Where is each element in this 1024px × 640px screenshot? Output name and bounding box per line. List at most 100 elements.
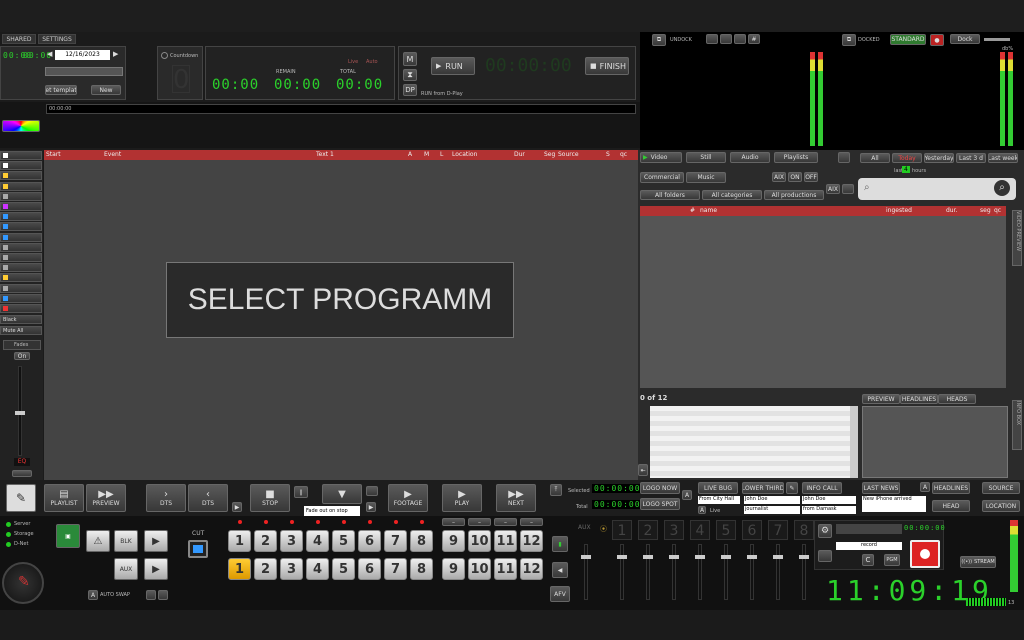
sidebar-tool-16[interactable] — [0, 304, 42, 313]
mixer-fader-4[interactable] — [695, 544, 705, 600]
tab-playlists[interactable]: Playlists — [774, 152, 818, 163]
pgm-source-button-8[interactable]: 8 — [410, 530, 433, 552]
app-logo-button[interactable]: ✎ — [6, 484, 36, 512]
mixer-fader-knob[interactable] — [799, 555, 809, 559]
tab-headlines[interactable]: HEADLINES — [900, 394, 938, 404]
media-col-name[interactable]: name — [700, 207, 717, 214]
lower-third-name[interactable]: John Doe — [744, 496, 800, 504]
audio-follow-button[interactable]: ◀ — [552, 562, 568, 578]
layout-btn-2[interactable] — [720, 34, 732, 44]
dts-forward-button[interactable]: › DTS — [146, 484, 186, 512]
col-text1[interactable]: Text 1 — [316, 151, 334, 158]
tab-shared[interactable]: SHARED — [2, 34, 36, 44]
fade-toggle[interactable]: Fades — [3, 340, 41, 350]
tab-heads[interactable]: HEADS — [938, 394, 976, 404]
col-event[interactable]: Event — [104, 151, 121, 158]
grid-icon[interactable]: # — [748, 34, 760, 44]
settings-small-2[interactable] — [158, 590, 168, 600]
date-next-icon[interactable]: ▶ — [113, 50, 120, 60]
col-s[interactable]: S — [606, 151, 610, 158]
logo-a-button[interactable]: A — [682, 490, 692, 500]
sidebar-tool-13[interactable] — [0, 273, 42, 283]
mixer-fader-8[interactable] — [799, 544, 809, 600]
aix-filter-button[interactable]: AIX — [826, 184, 840, 194]
cut-button[interactable] — [188, 540, 208, 558]
mixer-fader-knob[interactable] — [773, 555, 783, 559]
date-prev-icon[interactable]: ◀ — [47, 50, 54, 60]
sidebar-tool-1[interactable] — [0, 151, 42, 160]
media-small-button[interactable] — [838, 152, 850, 163]
footage-button[interactable]: ▶ FOOTAGE — [388, 484, 428, 512]
commercial-button[interactable]: Commercial — [640, 172, 684, 183]
pgm-source-button-6[interactable]: 6 — [358, 530, 381, 552]
logo-now-button[interactable]: LOGO NOW — [640, 482, 680, 494]
music-button[interactable]: Music — [686, 172, 726, 183]
mixer-aux-fader[interactable] — [581, 544, 591, 600]
mixer-fader-knob[interactable] — [581, 555, 591, 559]
col-a[interactable]: A — [408, 151, 412, 158]
layout-btn-3[interactable] — [734, 34, 746, 44]
col-l[interactable]: L — [440, 151, 443, 158]
col-location[interactable]: Location — [452, 151, 477, 158]
col-dur[interactable]: Dur — [514, 151, 525, 158]
small-play-icon-2[interactable]: ▶ — [366, 502, 376, 512]
col-m[interactable]: M — [424, 151, 429, 158]
sidebar-tool-12[interactable] — [0, 263, 42, 273]
sidebar-tool-11[interactable] — [0, 253, 42, 262]
timeline-bar[interactable]: 00:00:00 — [46, 104, 636, 114]
mixer-fader-knob[interactable] — [617, 555, 627, 559]
pvw-source-button-12[interactable]: 12 — [520, 558, 543, 580]
dts-back-button[interactable]: ‹ DTS — [188, 484, 228, 512]
mixer-channel-4[interactable]: 4 — [690, 520, 710, 540]
sidebar-tool-14[interactable] — [0, 283, 42, 293]
fade-out-toggle[interactable]: ∥ — [294, 486, 308, 498]
down-button[interactable]: ▼ — [322, 484, 362, 504]
date-field[interactable]: 12/16/2023 — [55, 50, 110, 60]
filter-today[interactable]: Today — [892, 153, 922, 163]
jog-wheel[interactable]: ✎ — [2, 562, 44, 604]
filter-yesterday[interactable]: Yesterday — [924, 153, 954, 163]
sidebar-config-button[interactable] — [12, 470, 32, 477]
mixer-channel-3[interactable]: 3 — [664, 520, 684, 540]
info-call-location[interactable]: from Damask — [802, 506, 856, 514]
pvw-source-button-6[interactable]: 6 — [358, 558, 381, 580]
col-qc[interactable]: qc — [620, 151, 627, 158]
playlist-button[interactable]: ▤ PLAYLIST — [44, 484, 84, 512]
hourglass-icon[interactable]: ⧗ — [403, 69, 417, 81]
tab-still[interactable]: Still — [686, 152, 726, 163]
hours-value[interactable]: 4 — [902, 166, 910, 173]
pvw-source-button-9[interactable]: 9 — [442, 558, 465, 580]
mixer-fader-2[interactable] — [643, 544, 653, 600]
sidebar-tool-7[interactable] — [0, 212, 42, 222]
media-col-hash[interactable]: # — [690, 207, 695, 214]
pgm-source-button-2[interactable]: 2 — [254, 530, 277, 552]
settings-small-1[interactable] — [146, 590, 156, 600]
search-button-icon[interactable]: ⌕ — [994, 180, 1010, 196]
mixer-fader-knob[interactable] — [747, 555, 757, 559]
blk-button[interactable]: BLK — [114, 530, 138, 552]
pvw-play-button[interactable]: ▶ — [144, 558, 168, 580]
cam-arrow-button[interactable]: – — [520, 518, 543, 526]
on-toggle[interactable]: ON — [788, 172, 802, 182]
monitor-icon[interactable]: ▣ — [56, 524, 80, 548]
media-col-seg[interactable]: seg — [980, 207, 991, 214]
cam-arrow-button[interactable]: – — [468, 518, 491, 526]
run-button[interactable]: ▶ RUN — [431, 57, 475, 75]
pvw-source-button-4[interactable]: 4 — [306, 558, 329, 580]
media-col-qc[interactable]: qc — [994, 207, 1001, 214]
warning-button[interactable]: ⚠ — [86, 530, 110, 552]
pgm-source-button-1[interactable]: 1 — [228, 530, 251, 552]
record-option-button[interactable] — [818, 550, 832, 562]
master-fader[interactable] — [15, 366, 25, 456]
m-button[interactable]: M — [403, 52, 417, 66]
last-news-button[interactable]: LAST NEWS — [862, 482, 900, 494]
mixer-fader-knob[interactable] — [721, 555, 731, 559]
search-input[interactable]: ⌕ ⌕ — [858, 178, 1016, 200]
color-wheel-icon[interactable] — [2, 120, 40, 132]
media-col-dur[interactable]: dur. — [946, 207, 957, 214]
afv-button[interactable]: AFV — [550, 586, 570, 602]
black-button[interactable]: Black — [0, 315, 42, 324]
headlines-button[interactable]: HEADLINES — [932, 482, 970, 494]
sidebar-tool-9[interactable] — [0, 232, 42, 242]
mixer-channel-8[interactable]: 8 — [794, 520, 814, 540]
